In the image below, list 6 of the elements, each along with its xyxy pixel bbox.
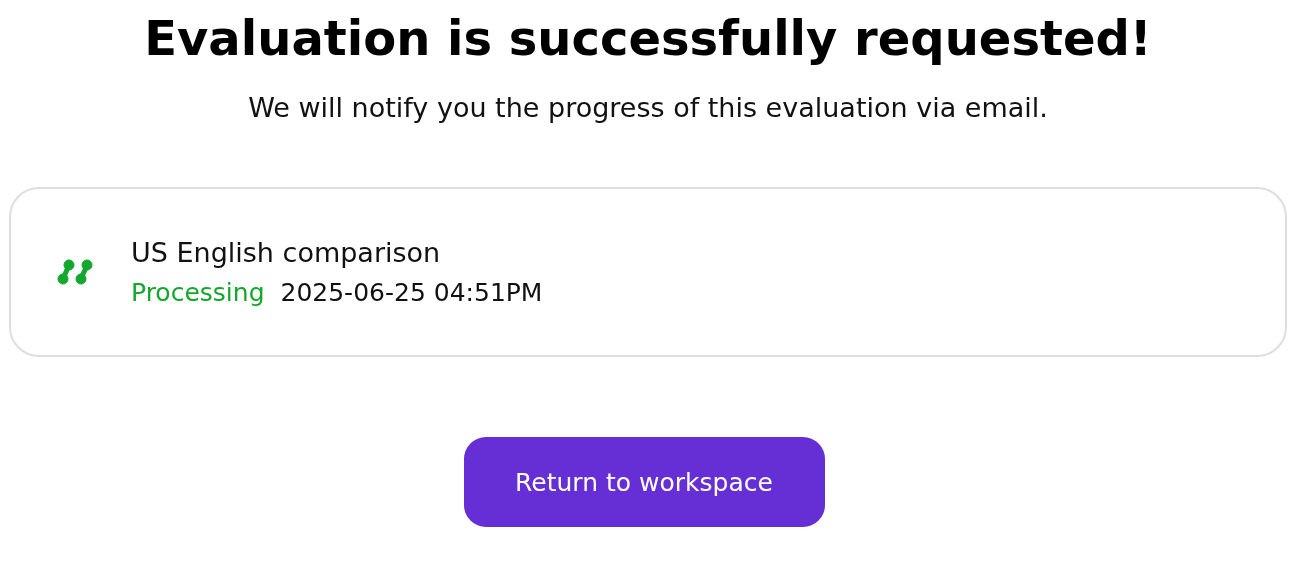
subtitle: We will notify you the progress of this evaluation via email.	[248, 92, 1048, 123]
status-label: Processing	[131, 278, 265, 307]
timestamp: 2025-06-25 04:51PM	[280, 278, 543, 307]
return-button[interactable]: Return to workspace	[463, 437, 825, 527]
page-title: Evaluation is successfully requested!	[144, 10, 1152, 66]
evaluation-name: US English comparison	[131, 237, 442, 268]
